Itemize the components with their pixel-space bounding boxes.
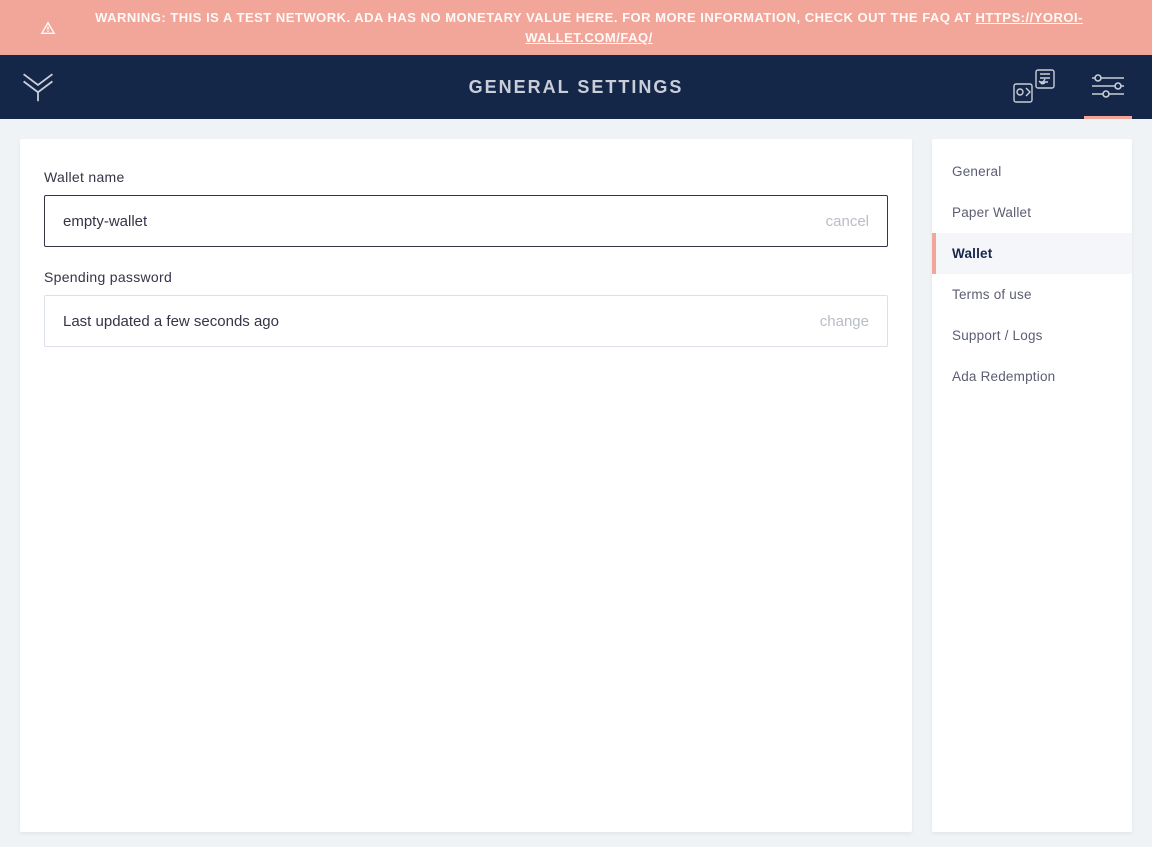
content-area: Wallet name cancel Spending password Las…	[0, 119, 1152, 852]
warning-prefix-text: WARNING: THIS IS A TEST NETWORK. ADA HAS…	[95, 10, 975, 25]
app-header: GENERAL SETTINGS	[0, 55, 1152, 119]
sidebar-item-label: Support / Logs	[952, 328, 1043, 343]
test-network-warning-banner: WARNING: THIS IS A TEST NETWORK. ADA HAS…	[0, 0, 1152, 55]
wallet-name-cancel-button[interactable]: cancel	[826, 213, 869, 230]
sidebar-item-general[interactable]: General	[932, 151, 1132, 192]
sidebar-item-ada-redemption[interactable]: Ada Redemption	[932, 356, 1132, 397]
sidebar-item-support-logs[interactable]: Support / Logs	[932, 315, 1132, 356]
spending-password-change-button[interactable]: change	[820, 313, 869, 330]
wallet-name-field-box: cancel	[44, 195, 888, 247]
sidebar-item-label: Wallet	[952, 246, 992, 261]
wallet-name-input[interactable]	[63, 213, 826, 230]
sidebar-item-label: Terms of use	[952, 287, 1032, 302]
spending-password-label: Spending password	[44, 269, 888, 285]
sidebar-item-terms-of-use[interactable]: Terms of use	[932, 274, 1132, 315]
sidebar-item-label: Ada Redemption	[952, 369, 1055, 384]
sidebar-item-wallet[interactable]: Wallet	[932, 233, 1132, 274]
sidebar-item-label: Paper Wallet	[952, 205, 1031, 220]
settings-main-panel: Wallet name cancel Spending password Las…	[20, 139, 912, 832]
page-title: GENERAL SETTINGS	[469, 77, 684, 98]
sidebar-item-paper-wallet[interactable]: Paper Wallet	[932, 192, 1132, 233]
spending-password-status: Last updated a few seconds ago	[63, 313, 279, 330]
sidebar-item-label: General	[952, 164, 1001, 179]
settings-sidebar: General Paper Wallet Wallet Terms of use…	[932, 139, 1132, 832]
settings-icon[interactable]	[1084, 55, 1132, 119]
spending-password-field-box: Last updated a few seconds ago change	[44, 295, 888, 347]
warning-icon	[40, 20, 56, 36]
wallet-transfer-icon[interactable]	[1010, 55, 1058, 119]
yoroi-logo-icon[interactable]	[20, 67, 56, 108]
wallet-name-label: Wallet name	[44, 169, 888, 185]
